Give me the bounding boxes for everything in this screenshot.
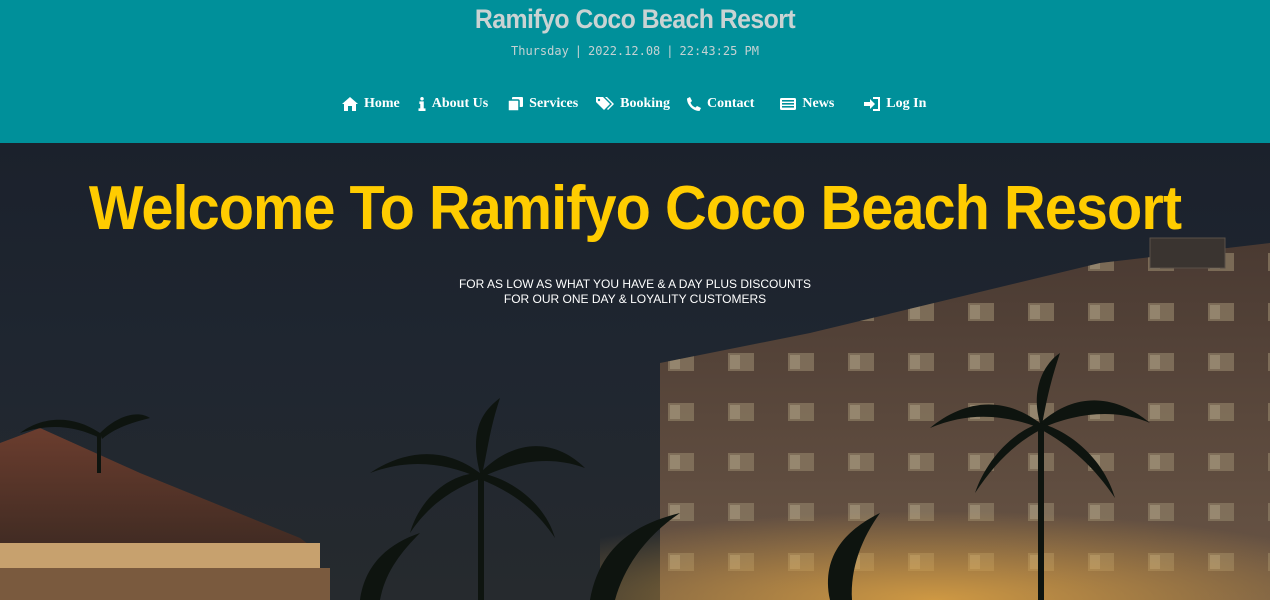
home-icon — [342, 97, 358, 111]
main-nav: Home About Us Services Booking Contact N… — [342, 93, 944, 115]
nav-label: News — [802, 96, 835, 111]
nav-item-contact[interactable]: Contact — [686, 96, 755, 112]
tags-icon — [596, 97, 615, 110]
nav-label: About Us — [431, 96, 489, 111]
nav-label: Log In — [886, 96, 927, 111]
day-label: Thursday — [511, 44, 569, 58]
hero-title: Welcome To Ramifyo Coco Beach Resort — [88, 174, 1182, 243]
nav-item-home[interactable]: Home — [342, 96, 400, 112]
hero-subtitle-line1: FOR AS LOW AS WHAT YOU HAVE & A DAY PLUS… — [458, 277, 812, 291]
hero-banner: Welcome To Ramifyo Coco Beach Resort FOR… — [0, 143, 1270, 600]
site-header: Ramifyo Coco Beach Resort Thursday | 2022.… — [0, 0, 1270, 143]
hero-subtitle: FOR AS LOW AS WHAT YOU HAVE & A DAY PLUS… — [0, 277, 1270, 307]
site-title: Ramifyo Coco Beach Resort — [474, 4, 796, 34]
nav-label: Booking — [620, 96, 670, 111]
hero-subtitle-line2: FOR OUR ONE DAY & LOYALITY CUSTOMERS — [503, 292, 767, 306]
newspaper-icon — [780, 98, 797, 110]
sign-in-icon — [864, 97, 881, 111]
nav-item-booking[interactable]: Booking — [596, 96, 670, 112]
nav-label: Services — [529, 96, 579, 111]
nav-label: Contact — [706, 96, 755, 111]
nav-item-services[interactable]: Services — [507, 96, 578, 112]
nav-item-log-in[interactable]: Log In — [864, 96, 926, 112]
nav-label: Home — [364, 96, 400, 111]
copy-icon — [507, 97, 524, 111]
info-icon — [418, 97, 426, 111]
time-label: 22:43:25 PM — [679, 44, 759, 58]
phone-icon — [686, 97, 701, 111]
datetime-display: Thursday | 2022.12.08 | 22:43:25 PM — [511, 44, 759, 58]
date-label: 2022.12.08 — [588, 44, 661, 58]
nav-item-about-us[interactable]: About Us — [418, 96, 488, 112]
nav-item-news[interactable]: News — [780, 96, 834, 112]
